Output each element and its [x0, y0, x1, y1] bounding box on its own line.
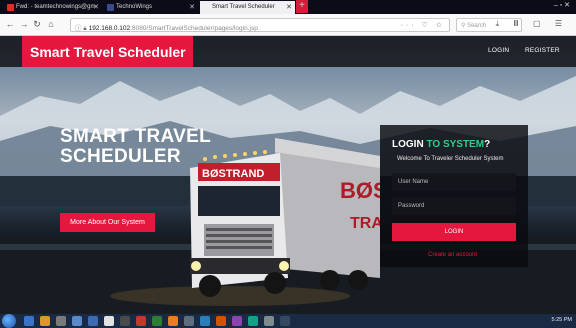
site-navbar: Smart Travel Scheduler LOGIN REGISTER: [0, 36, 576, 67]
login-submit-button[interactable]: LOGIN: [392, 223, 516, 241]
trailer-logo: BØS: [340, 178, 380, 203]
cab-logo: BØSTRAND: [202, 168, 264, 180]
web-page: BØS TRA BØSTRAND Smart Travel Scheduler …: [0, 36, 576, 314]
taskbar-app-icon[interactable]: [232, 316, 242, 326]
info-icon: ⓘ 🔒︎: [75, 25, 89, 32]
new-tab-button[interactable]: +: [296, 0, 308, 13]
taskbar-app-icon[interactable]: [120, 316, 130, 326]
url-bar[interactable]: ⓘ 🔒︎ 192.168.0.102:8080/SmartTravelSched…: [70, 18, 450, 32]
page-actions[interactable]: ··· ♡ ☆: [401, 21, 445, 29]
taskbar-app-icon[interactable]: [72, 316, 82, 326]
tab-technowings[interactable]: TechnoWings ✕: [104, 1, 198, 14]
start-button-icon[interactable]: [2, 314, 16, 328]
taskbar-app-icon[interactable]: [280, 316, 290, 326]
taskbar-app-icon[interactable]: [168, 316, 178, 326]
taskbar-app-icon[interactable]: [24, 316, 34, 326]
taskbar-app-icon[interactable]: [248, 316, 258, 326]
nav-login-link[interactable]: LOGIN: [488, 47, 509, 54]
close-tab-icon[interactable]: ✕: [286, 3, 292, 11]
close-tab-icon[interactable]: ✕: [189, 3, 195, 11]
password-field[interactable]: Password: [392, 197, 516, 215]
taskbar-app-icon[interactable]: [40, 316, 50, 326]
taskbar-app-icon[interactable]: [104, 316, 114, 326]
more-about-button[interactable]: More About Our System: [60, 213, 155, 232]
browser-toolbar-icons[interactable]: ⤓ Ⅲ ▢ ☰: [496, 19, 568, 29]
taskbar-app-icon[interactable]: [136, 316, 146, 326]
login-subtitle: Welcome To Traveler Scheduler System: [397, 156, 504, 162]
taskbar-app-icon[interactable]: [264, 316, 274, 326]
taskbar-app-icon[interactable]: [184, 316, 194, 326]
login-panel: LOGIN TO SYSTEM? Welcome To Traveler Sch…: [380, 125, 528, 267]
system-tray-clock[interactable]: 5:25 PM: [552, 317, 572, 323]
taskbar-app-icon[interactable]: [56, 316, 66, 326]
taskbar-app-icon[interactable]: [88, 316, 98, 326]
browser-toolbar: ← → ↻ ⌂ ⓘ 🔒︎ 192.168.0.102:8080/SmartTra…: [0, 14, 576, 36]
tab-smart-travel-scheduler[interactable]: Smart Travel Scheduler ✕: [200, 1, 295, 14]
tab-email[interactable]: Fwd: - teamtechnowings@gm ✕: [4, 1, 102, 14]
site-brand[interactable]: Smart Travel Scheduler: [22, 36, 193, 67]
login-title: LOGIN TO SYSTEM?: [392, 139, 491, 150]
taskbar-app-icon[interactable]: [200, 316, 210, 326]
username-field[interactable]: User Name: [392, 173, 516, 191]
taskbar-firefox-icon[interactable]: [216, 316, 226, 326]
window-controls[interactable]: ‒ ▫ ✕: [554, 1, 570, 9]
forward-icon[interactable]: →: [18, 18, 30, 30]
reload-icon[interactable]: ↻: [31, 18, 43, 30]
nav-register-link[interactable]: REGISTER: [525, 47, 560, 54]
gmail-icon: [7, 4, 14, 11]
create-account-link[interactable]: Create an account: [428, 252, 477, 258]
home-icon[interactable]: ⌂: [45, 18, 57, 30]
hero-headline: SMART TRAVEL SCHEDULER: [60, 126, 212, 167]
browser-tab-bar: Fwd: - teamtechnowings@gm ✕ TechnoWings …: [0, 0, 576, 14]
site-favicon-icon: [107, 4, 114, 11]
taskbar-app-icon[interactable]: [152, 316, 162, 326]
taskbar: 5:25 PM: [0, 314, 576, 328]
close-tab-icon[interactable]: ✕: [93, 3, 99, 11]
trailer-logo-2: TRA: [350, 215, 380, 232]
back-icon[interactable]: ←: [4, 18, 16, 30]
